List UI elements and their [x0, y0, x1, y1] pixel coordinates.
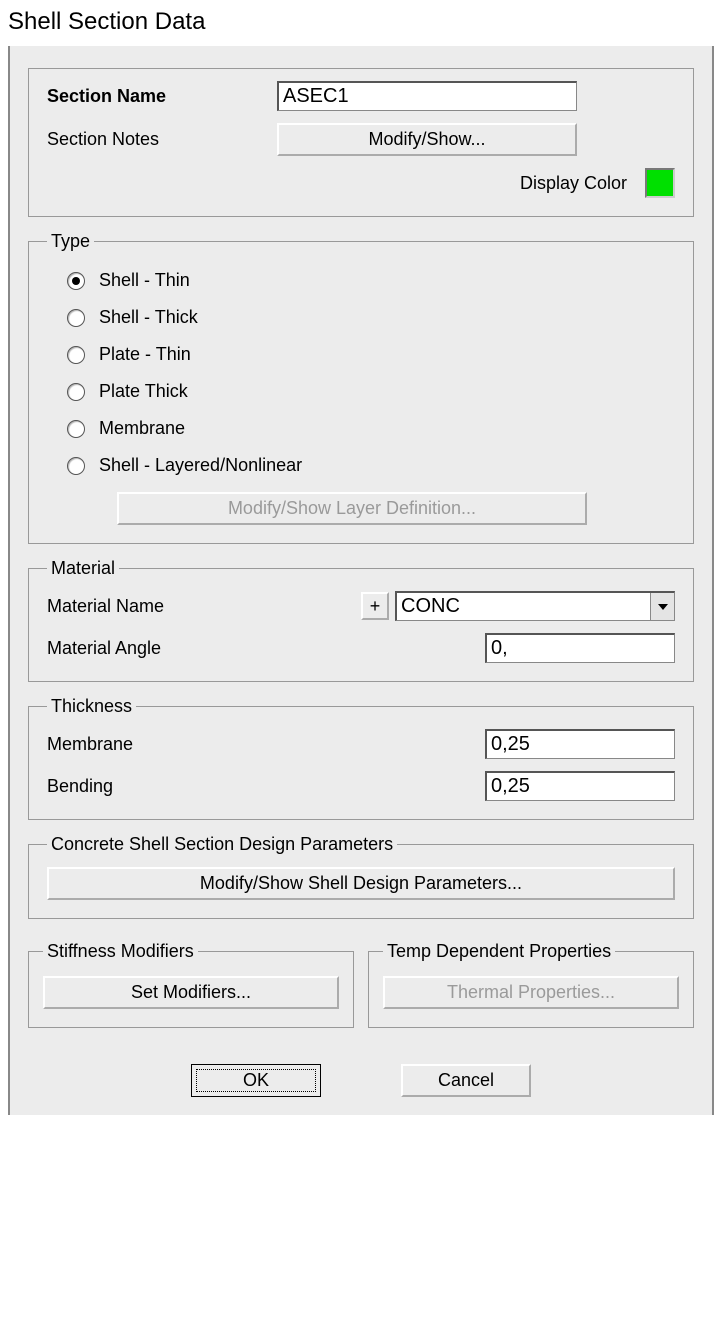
radio-icon — [67, 309, 85, 327]
thickness-membrane-input[interactable] — [485, 729, 675, 759]
thickness-bending-label: Bending — [47, 776, 247, 797]
radio-plate-thick[interactable]: Plate Thick — [67, 381, 675, 402]
radio-membrane[interactable]: Membrane — [67, 418, 675, 439]
radio-shell-layered[interactable]: Shell - Layered/Nonlinear — [67, 455, 675, 476]
type-legend: Type — [47, 231, 94, 252]
display-color-label: Display Color — [520, 173, 627, 194]
design-params-legend: Concrete Shell Section Design Parameters — [47, 834, 397, 855]
material-legend: Material — [47, 558, 119, 579]
material-angle-input[interactable] — [485, 633, 675, 663]
footer-buttons: OK Cancel — [28, 1064, 694, 1097]
material-name-label: Material Name — [47, 596, 247, 617]
radio-label: Plate Thick — [99, 381, 188, 402]
add-material-button[interactable]: + — [361, 592, 389, 620]
thickness-legend: Thickness — [47, 696, 136, 717]
modify-shell-design-button[interactable]: Modify/Show Shell Design Parameters... — [47, 867, 675, 900]
radio-icon — [67, 457, 85, 475]
stiffness-group: Stiffness Modifiers Set Modifiers... — [28, 941, 354, 1028]
thickness-membrane-label: Membrane — [47, 734, 247, 755]
radio-icon — [67, 383, 85, 401]
thickness-group: Thickness Membrane Bending — [28, 696, 694, 820]
radio-icon — [67, 420, 85, 438]
thickness-bending-input[interactable] — [485, 771, 675, 801]
cancel-button[interactable]: Cancel — [401, 1064, 531, 1097]
window-title: Shell Section Data — [0, 0, 722, 46]
material-angle-label: Material Angle — [47, 638, 247, 659]
radio-icon — [67, 346, 85, 364]
chevron-down-icon[interactable] — [650, 593, 674, 620]
section-notes-label: Section Notes — [47, 129, 277, 150]
radio-icon — [67, 272, 85, 290]
section-header-group: Section Name Section Notes Modify/Show..… — [28, 68, 694, 217]
type-group: Type Shell - Thin Shell - Thick Plate - … — [28, 231, 694, 544]
set-modifiers-button[interactable]: Set Modifiers... — [43, 976, 339, 1009]
material-group: Material Material Name + CONC Material A… — [28, 558, 694, 682]
temp-properties-legend: Temp Dependent Properties — [383, 941, 615, 962]
design-params-group: Concrete Shell Section Design Parameters… — [28, 834, 694, 919]
material-name-combo[interactable]: CONC — [395, 591, 675, 621]
material-name-value: CONC — [397, 593, 650, 620]
ok-button[interactable]: OK — [191, 1064, 321, 1097]
radio-label: Shell - Thin — [99, 270, 190, 291]
dialog-body: Section Name Section Notes Modify/Show..… — [8, 46, 714, 1115]
modify-layer-definition-button: Modify/Show Layer Definition... — [117, 492, 587, 525]
section-name-input[interactable] — [277, 81, 577, 111]
bottom-row: Stiffness Modifiers Set Modifiers... Tem… — [28, 927, 694, 1036]
radio-label: Shell - Layered/Nonlinear — [99, 455, 302, 476]
radio-shell-thin[interactable]: Shell - Thin — [67, 270, 675, 291]
radio-plate-thin[interactable]: Plate - Thin — [67, 344, 675, 365]
radio-label: Plate - Thin — [99, 344, 191, 365]
radio-label: Shell - Thick — [99, 307, 198, 328]
display-color-swatch[interactable] — [645, 168, 675, 198]
modify-show-notes-button[interactable]: Modify/Show... — [277, 123, 577, 156]
radio-label: Membrane — [99, 418, 185, 439]
thermal-properties-button: Thermal Properties... — [383, 976, 679, 1009]
radio-shell-thick[interactable]: Shell - Thick — [67, 307, 675, 328]
stiffness-legend: Stiffness Modifiers — [43, 941, 198, 962]
section-name-label: Section Name — [47, 86, 277, 107]
temp-properties-group: Temp Dependent Properties Thermal Proper… — [368, 941, 694, 1028]
